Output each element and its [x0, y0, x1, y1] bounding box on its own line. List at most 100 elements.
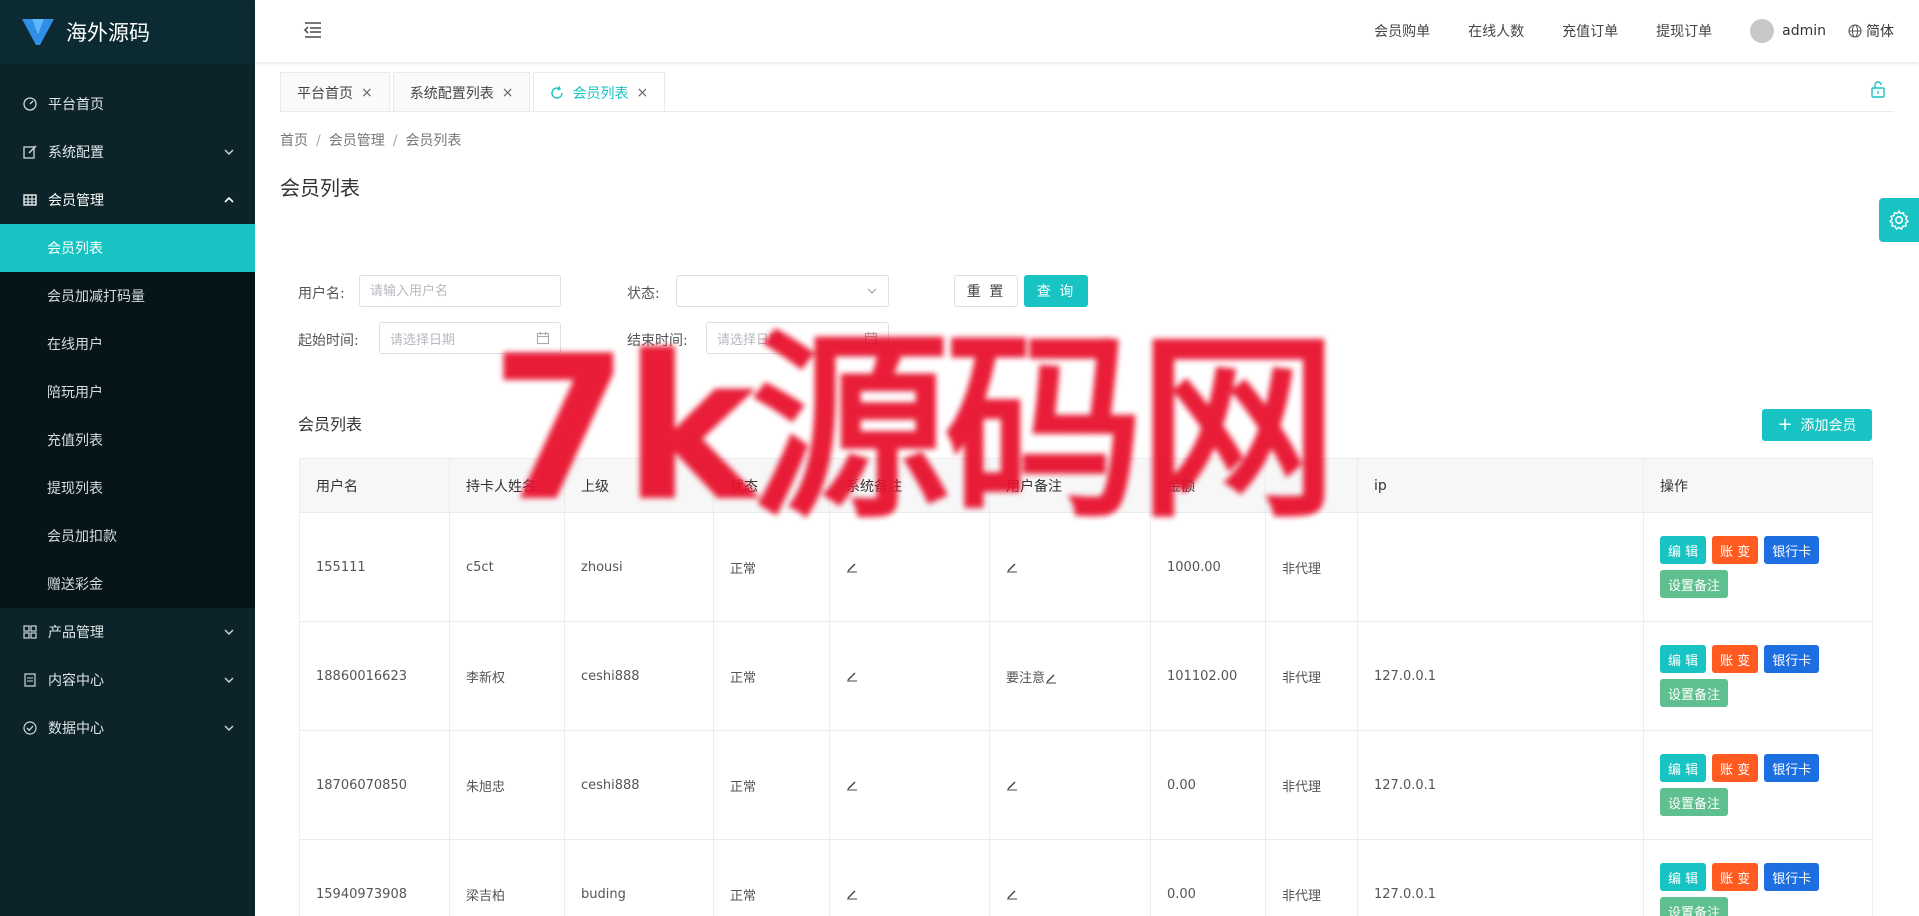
close-icon[interactable]: × — [361, 85, 373, 101]
pencil-icon[interactable] — [1045, 672, 1057, 684]
bank-card-button[interactable]: 银行卡 — [1764, 754, 1820, 782]
start-date-picker[interactable]: 请选择日期 — [379, 322, 561, 354]
reset-button[interactable]: 重 置 — [954, 275, 1018, 307]
account-change-button[interactable]: 账 变 — [1712, 754, 1759, 782]
row-actions: 编 辑 账 变 银行卡 设置备注 — [1660, 536, 1860, 598]
sidebar-item-recharge-list[interactable]: 充值列表 — [0, 416, 255, 464]
breadcrumb: 首页 / 会员管理 / 会员列表 — [280, 130, 461, 150]
brand[interactable]: 海外源码 — [0, 0, 255, 64]
cell-ip — [1357, 512, 1644, 622]
pencil-icon[interactable] — [1006, 779, 1018, 791]
col-user-note: 用户备注 — [989, 458, 1151, 513]
language-switch[interactable]: 简体 — [1848, 21, 1894, 41]
user-menu[interactable]: admin — [1750, 19, 1826, 43]
check-circle-icon — [22, 720, 38, 736]
account-change-button[interactable]: 账 变 — [1712, 536, 1759, 564]
set-note-button[interactable]: 设置备注 — [1660, 788, 1729, 816]
table-row: 15940973908 梁吉柏 buding 正常 0.00 非代理 127.0… — [299, 839, 1873, 916]
nav-member-orders[interactable]: 会员购单 — [1374, 21, 1430, 41]
sidebar-item-online-users[interactable]: 在线用户 — [0, 320, 255, 368]
breadcrumb-home[interactable]: 首页 — [280, 133, 308, 149]
bank-card-button[interactable]: 银行卡 — [1764, 645, 1820, 673]
sidebar-item-system-config[interactable]: 系统配置 — [0, 128, 255, 176]
username-input[interactable] — [359, 275, 561, 307]
sidebar-item-content[interactable]: 内容中心 — [0, 656, 255, 704]
collapse-menu-icon[interactable] — [303, 20, 323, 40]
cell-ip: 127.0.0.1 — [1357, 839, 1644, 916]
tab-divider — [280, 111, 1894, 112]
pencil-icon[interactable] — [846, 779, 858, 791]
edit-button[interactable]: 编 辑 — [1660, 645, 1707, 673]
cell-status: 正常 — [713, 839, 830, 916]
sidebar-item-companion-users[interactable]: 陪玩用户 — [0, 368, 255, 416]
cell-actions: 编 辑 账 变 银行卡 设置备注 — [1643, 730, 1873, 840]
sidebar-item-bonus[interactable]: 赠送彩金 — [0, 560, 255, 608]
cell-actions: 编 辑 账 变 银行卡 设置备注 — [1643, 839, 1873, 916]
end-date-picker[interactable]: 请选择日期 — [706, 322, 889, 354]
bank-card-button[interactable]: 银行卡 — [1764, 863, 1820, 891]
edit-button[interactable]: 编 辑 — [1660, 536, 1707, 564]
nav-recharge-orders[interactable]: 充值订单 — [1562, 21, 1618, 41]
account-change-button[interactable]: 账 变 — [1712, 645, 1759, 673]
query-button[interactable]: 查 询 — [1024, 275, 1088, 307]
sidebar-item-data[interactable]: 数据中心 — [0, 704, 255, 752]
col-cardholder: 持卡人姓名 — [449, 458, 565, 513]
nav-withdraw-orders[interactable]: 提现订单 — [1656, 21, 1712, 41]
cell-agent: 非代理 — [1265, 839, 1358, 916]
pencil-icon[interactable] — [1006, 888, 1018, 900]
close-icon[interactable]: × — [502, 85, 514, 101]
avatar — [1750, 19, 1775, 43]
sidebar-item-withdraw-list[interactable]: 提现列表 — [0, 464, 255, 512]
add-member-label: 添加会员 — [1800, 418, 1857, 434]
add-member-button[interactable]: + 添加会员 — [1762, 409, 1872, 441]
sidebar-item-label: 内容中心 — [48, 673, 104, 689]
language-label: 简体 — [1866, 24, 1894, 40]
member-table: 用户名 持卡人姓名 上级 状态 系统备注 用户备注 金额 ip 操作 15511… — [299, 458, 1873, 916]
cell-username: 155111 — [299, 512, 450, 622]
sidebar-item-label: 会员管理 — [48, 193, 104, 209]
table-row: 18860016623 李新权 ceshi888 正常 要注意 101102.0… — [299, 621, 1873, 731]
sidebar-menu: 平台首页 系统配置 会员管理 会员列表 会员加减打码量 在线用户 陪玩用户 充值… — [0, 64, 255, 752]
sidebar: 海外源码 平台首页 系统配置 会员管理 会员列表 会员加减打码量 在线用户 陪玩… — [0, 0, 255, 916]
sidebar-item-member-betting[interactable]: 会员加减打码量 — [0, 272, 255, 320]
gear-icon — [1888, 209, 1910, 231]
edit-button[interactable]: 编 辑 — [1660, 754, 1707, 782]
pencil-icon[interactable] — [846, 670, 858, 682]
tab-member-list[interactable]: 会员列表 × — [533, 72, 666, 112]
submenu-members: 会员列表 会员加减打码量 在线用户 陪玩用户 充值列表 提现列表 会员加扣款 赠… — [0, 224, 255, 608]
set-note-button[interactable]: 设置备注 — [1660, 897, 1729, 916]
sidebar-item-label: 数据中心 — [48, 721, 104, 737]
tab-system-config[interactable]: 系统配置列表 × — [392, 72, 531, 112]
pencil-icon[interactable] — [1006, 561, 1018, 573]
pencil-icon[interactable] — [846, 888, 858, 900]
set-note-button[interactable]: 设置备注 — [1660, 570, 1729, 598]
nav-online-count[interactable]: 在线人数 — [1468, 21, 1524, 41]
cell-cardholder: 梁吉柏 — [449, 839, 565, 916]
row-actions: 编 辑 账 变 银行卡 设置备注 — [1660, 754, 1860, 816]
end-time-label: 结束时间: — [627, 333, 688, 349]
edit-button[interactable]: 编 辑 — [1660, 863, 1707, 891]
refresh-icon[interactable] — [550, 85, 564, 100]
status-select[interactable] — [676, 275, 889, 307]
sidebar-item-member-list[interactable]: 会员列表 — [0, 224, 255, 272]
tab-dashboard[interactable]: 平台首页 × — [280, 72, 390, 112]
calendar-icon — [864, 332, 878, 345]
sidebar-item-dashboard[interactable]: 平台首页 — [0, 80, 255, 128]
breadcrumb-member-mgmt[interactable]: 会员管理 — [329, 133, 385, 149]
pencil-icon[interactable] — [846, 561, 858, 573]
bank-card-button[interactable]: 银行卡 — [1764, 536, 1820, 564]
close-icon[interactable]: × — [636, 85, 648, 101]
logo-icon — [22, 19, 54, 45]
row-actions: 编 辑 账 变 银行卡 设置备注 — [1660, 863, 1860, 916]
sidebar-item-member-adjust[interactable]: 会员加扣款 — [0, 512, 255, 560]
row-actions: 编 辑 账 变 银行卡 设置备注 — [1660, 645, 1860, 707]
lock-icon[interactable] — [1869, 80, 1887, 98]
table-row: 18706070850 朱旭忠 ceshi888 正常 0.00 非代理 127… — [299, 730, 1873, 840]
settings-button[interactable] — [1879, 198, 1919, 242]
brand-title: 海外源码 — [66, 21, 150, 45]
account-change-button[interactable]: 账 变 — [1712, 863, 1759, 891]
set-note-button[interactable]: 设置备注 — [1660, 679, 1729, 707]
sidebar-item-members[interactable]: 会员管理 — [0, 176, 255, 224]
sidebar-item-products[interactable]: 产品管理 — [0, 608, 255, 656]
cell-amount: 0.00 — [1150, 730, 1266, 840]
